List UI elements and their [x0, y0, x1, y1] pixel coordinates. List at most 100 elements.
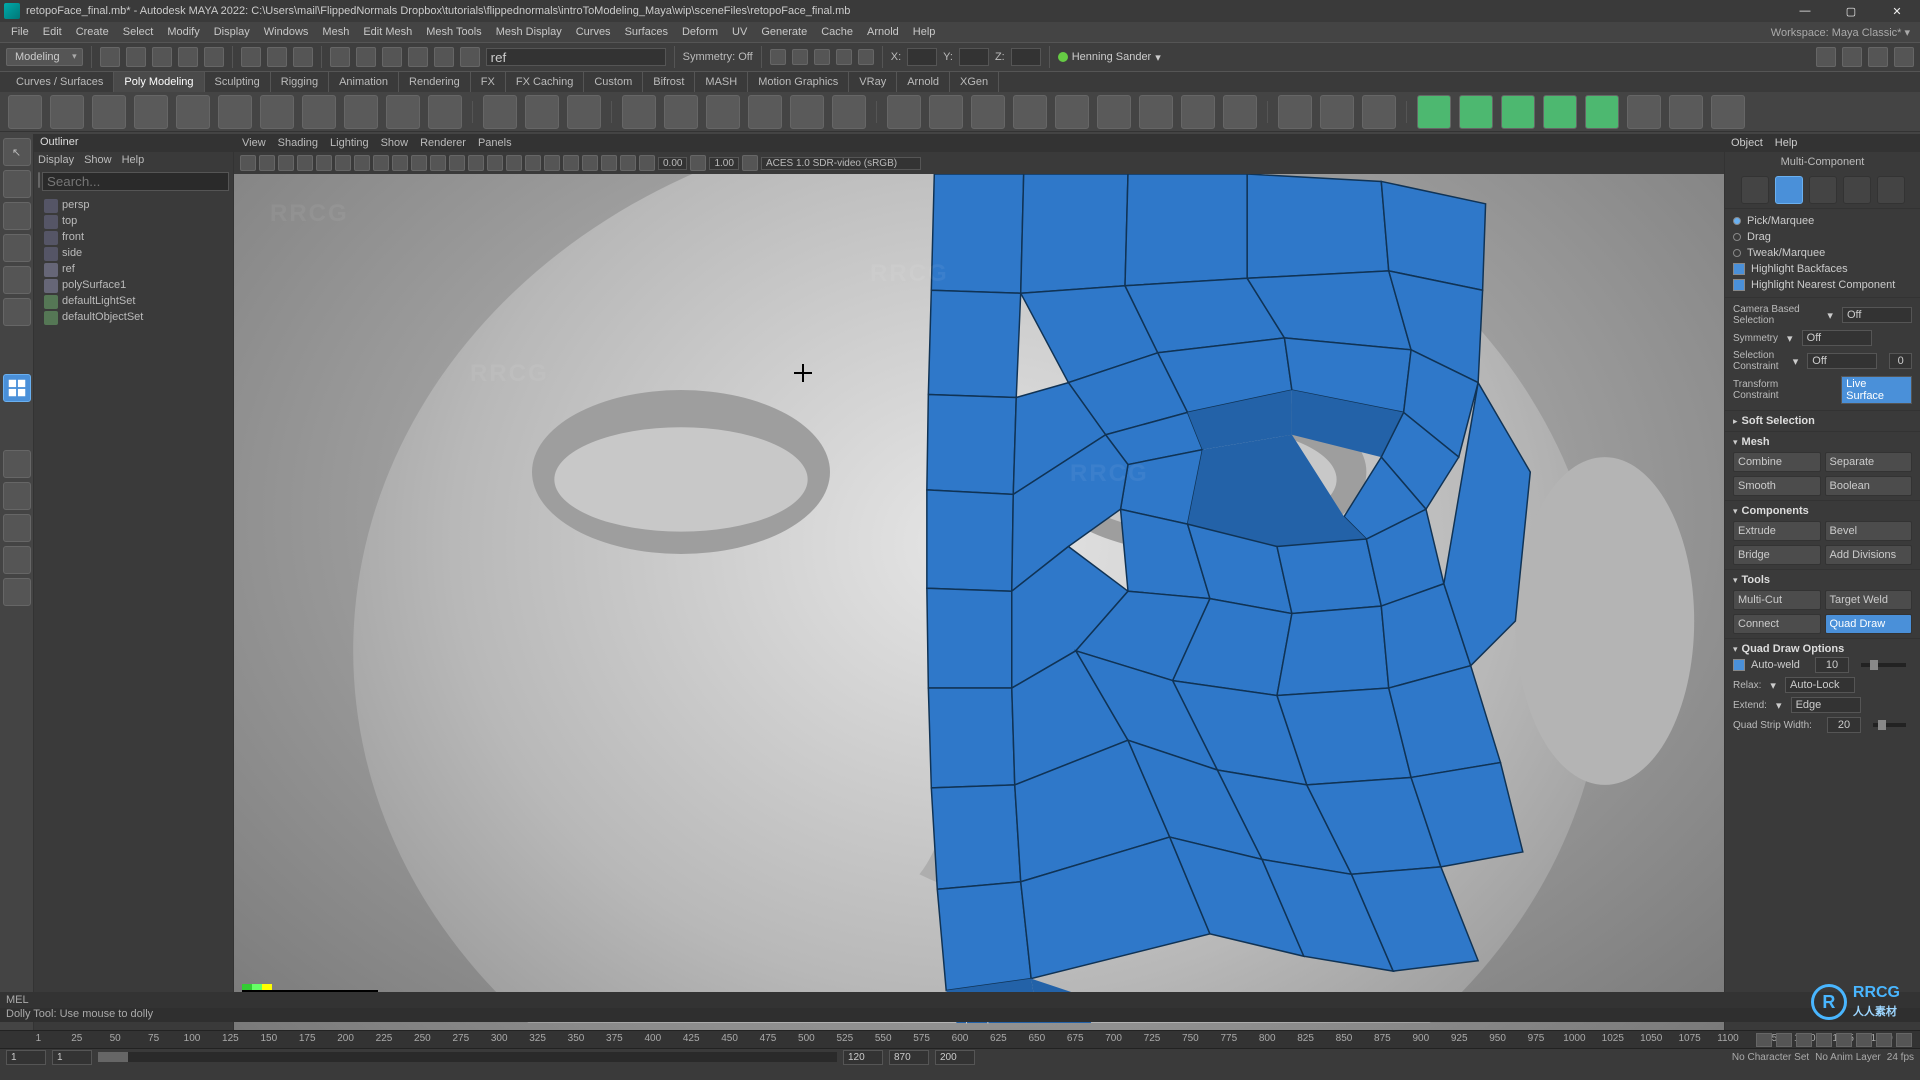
shelf-tab[interactable]: Rigging — [271, 72, 329, 92]
vp-icon[interactable] — [240, 155, 256, 171]
live-surface-input[interactable] — [486, 48, 666, 66]
paint-select-icon[interactable] — [293, 47, 313, 67]
shelf-tab[interactable]: Rendering — [399, 72, 471, 92]
mesh-header[interactable]: Mesh — [1742, 436, 1770, 448]
outliner-item[interactable]: persp — [38, 197, 233, 213]
soft-icon[interactable] — [525, 95, 559, 129]
axis-z-field[interactable] — [1011, 48, 1041, 66]
boolean-button[interactable]: Boolean — [1825, 476, 1913, 496]
lasso-tool-icon[interactable] — [3, 170, 31, 198]
vp-icon[interactable] — [259, 155, 275, 171]
radio-drag[interactable]: Drag — [1733, 229, 1912, 245]
menu-item[interactable]: Select — [116, 22, 161, 42]
radio-pick[interactable]: Pick/Marquee — [1733, 213, 1912, 229]
vp-icon[interactable] — [563, 155, 579, 171]
symmetry-toggle[interactable]: Symmetry: Off — [683, 51, 753, 63]
xform-constraint-dropdown[interactable]: Live Surface — [1841, 376, 1912, 404]
outliner-menu[interactable]: Help — [122, 154, 145, 168]
tools-header[interactable]: Tools — [1742, 574, 1771, 586]
separate-icon[interactable] — [664, 95, 698, 129]
camera-sel-dropdown[interactable]: Off — [1842, 307, 1912, 323]
opacity-field[interactable]: 0.00 — [658, 157, 687, 170]
smooth-icon[interactable] — [706, 95, 740, 129]
face-mode-icon[interactable] — [1843, 176, 1871, 204]
menu-set-dropdown[interactable]: Modeling — [6, 48, 83, 66]
viewport-menu[interactable]: Lighting — [330, 137, 369, 149]
shelf-tab[interactable]: MASH — [695, 72, 748, 92]
vp-icon[interactable] — [354, 155, 370, 171]
redo-icon[interactable] — [204, 47, 224, 67]
poly-display-icon[interactable] — [1459, 95, 1493, 129]
axis-x-field[interactable] — [907, 48, 937, 66]
edge-mode-icon[interactable] — [1809, 176, 1837, 204]
platonic-icon[interactable] — [302, 95, 336, 129]
type-icon[interactable] — [386, 95, 420, 129]
strip-width-value[interactable]: 20 — [1827, 717, 1861, 733]
quad-draw-icon[interactable] — [1669, 95, 1703, 129]
autoweld-value[interactable]: 10 — [1815, 657, 1849, 673]
poly-plane-icon[interactable] — [218, 95, 252, 129]
anim-layer-dropdown[interactable]: No Anim Layer — [1815, 1052, 1881, 1063]
add-div-button[interactable]: Add Divisions — [1825, 545, 1913, 565]
axis-y-field[interactable] — [959, 48, 989, 66]
vp-icon[interactable] — [335, 155, 351, 171]
range-end[interactable]: 120 — [843, 1050, 883, 1065]
shelf-tab[interactable]: Arnold — [897, 72, 950, 92]
scale-tool-icon[interactable] — [3, 266, 31, 294]
shelf-tab-active[interactable]: Poly Modeling — [114, 72, 204, 92]
shelf-tab[interactable]: Bifrost — [643, 72, 695, 92]
sculpt-icon[interactable] — [1627, 95, 1661, 129]
menu-item[interactable]: Display — [207, 22, 257, 42]
vp-icon[interactable] — [411, 155, 427, 171]
combine-button[interactable]: Combine — [1733, 452, 1821, 472]
save-scene-icon[interactable] — [152, 47, 172, 67]
play-back-icon[interactable] — [1816, 1033, 1832, 1047]
show-manip-icon[interactable] — [3, 298, 31, 326]
quad-draw-options-header[interactable]: Quad Draw Options — [1742, 643, 1845, 655]
select-tool-icon[interactable]: ↖ — [3, 138, 31, 166]
multicut-button[interactable]: Multi-Cut — [1733, 590, 1821, 610]
components-header[interactable]: Components — [1742, 505, 1809, 517]
merge-icon[interactable] — [1181, 95, 1215, 129]
prev-key-icon[interactable] — [1796, 1033, 1812, 1047]
layout-single-icon[interactable] — [3, 450, 31, 478]
shelf-tab[interactable]: Custom — [584, 72, 643, 92]
vp-icon[interactable] — [639, 155, 655, 171]
extrude-icon[interactable] — [887, 95, 921, 129]
vp-icon[interactable] — [544, 155, 560, 171]
mirror2-icon[interactable] — [832, 95, 866, 129]
vp-icon[interactable] — [449, 155, 465, 171]
vp-icon[interactable] — [506, 155, 522, 171]
toggle-panel-icon[interactable] — [1894, 47, 1914, 67]
exposure-field[interactable]: 1.00 — [709, 157, 738, 170]
poly-cone-icon[interactable] — [134, 95, 168, 129]
playback-icon[interactable] — [792, 49, 808, 65]
toggle-panel-icon[interactable] — [1816, 47, 1836, 67]
outliner-item[interactable]: front — [38, 229, 233, 245]
range-slider[interactable] — [98, 1052, 837, 1062]
menu-item[interactable]: Edit Mesh — [356, 22, 419, 42]
viewport-menu[interactable]: Shading — [278, 137, 318, 149]
detach-icon[interactable] — [1139, 95, 1173, 129]
menu-item[interactable]: Curves — [569, 22, 618, 42]
extrude-button[interactable]: Extrude — [1733, 521, 1821, 541]
outliner-item[interactable]: side — [38, 245, 233, 261]
vp-icon[interactable] — [690, 155, 706, 171]
step-back-icon[interactable] — [1776, 1033, 1792, 1047]
poly-display-icon[interactable] — [1543, 95, 1577, 129]
toggle-panel-icon[interactable] — [1868, 47, 1888, 67]
relax-dropdown[interactable]: Auto-Lock — [1785, 677, 1855, 693]
crease-icon[interactable] — [1711, 95, 1745, 129]
menu-item[interactable]: Deform — [675, 22, 725, 42]
snap-live-icon[interactable] — [434, 47, 454, 67]
target-weld-button[interactable]: Target Weld — [1825, 590, 1913, 610]
layout-outliner-icon[interactable] — [3, 546, 31, 574]
range-max2[interactable]: 200 — [935, 1050, 975, 1065]
play-fwd-icon[interactable] — [1836, 1033, 1852, 1047]
combine-icon[interactable] — [622, 95, 656, 129]
snap-point-icon[interactable] — [382, 47, 402, 67]
shelf-tab[interactable]: XGen — [950, 72, 999, 92]
new-scene-icon[interactable] — [100, 47, 120, 67]
poly-disc-icon[interactable] — [260, 95, 294, 129]
vp-icon[interactable] — [278, 155, 294, 171]
